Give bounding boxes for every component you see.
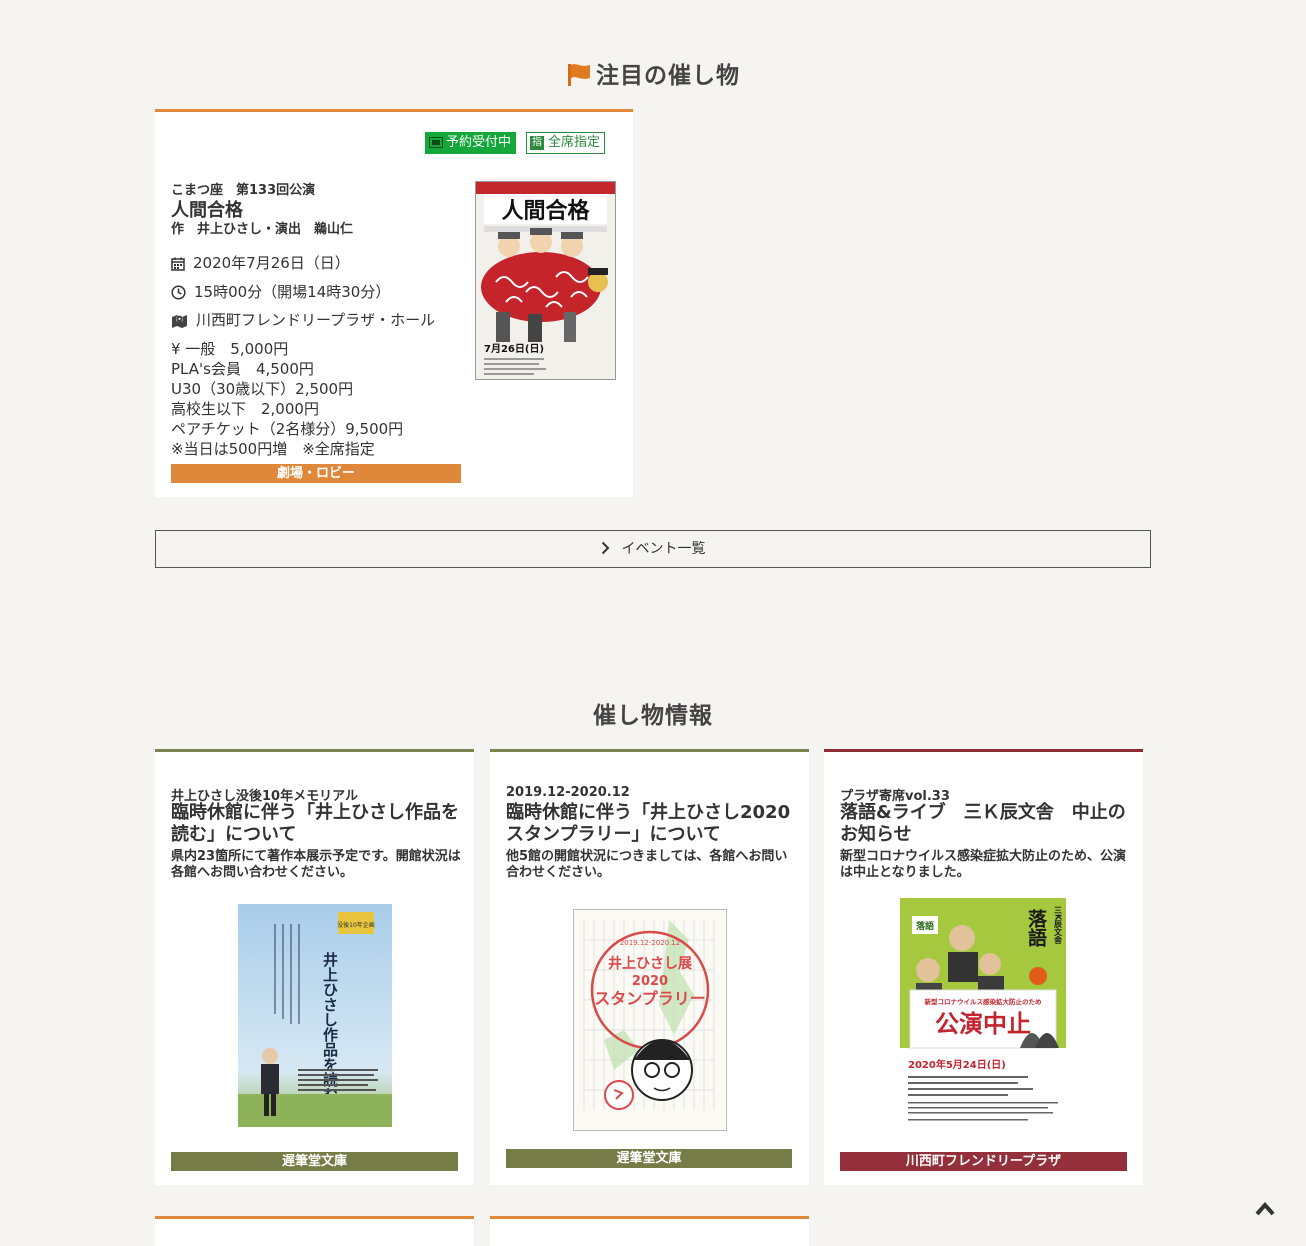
poster-date: 7月26日(日) <box>484 343 544 355</box>
card-title[interactable]: 臨時休館に伴う「井上ひさし作品を読む」について <box>171 802 461 846</box>
poster-group: 三K辰文舎 <box>1053 906 1063 945</box>
location-tag: 劇場・ロビー <box>171 464 461 483</box>
card-title[interactable]: 臨時休館に伴う「井上ひさし2020スタンプラリー」について <box>506 802 796 846</box>
event-venue-row: 川西町フレンドリープラザ・ホール <box>171 309 435 330</box>
back-to-top-button[interactable] <box>1255 1201 1275 1221</box>
info-card[interactable]: プラザ寄席vol.33 落語&ライブ 三Ｋ辰文舎 中止のお知らせ 新型コロナウイ… <box>824 749 1143 1185</box>
card-description: 県内23箇所にて著作本展示予定です。開館状況は各館へお問い合わせください。 <box>171 849 461 880</box>
poster-period: 2019.12-2020.12 <box>620 939 680 947</box>
card-poster-image[interactable]: 没後10年企画 井上ひさし作品を読む <box>238 904 392 1127</box>
card-category-tag: 川西町フレンドリープラザ <box>840 1152 1127 1171</box>
card-category-tag: 遅筆堂文庫 <box>506 1149 792 1168</box>
poster-cancel: 公演中止 <box>935 1010 1031 1038</box>
event-venue: 川西町フレンドリープラザ・ホール <box>196 311 436 329</box>
clock-icon <box>171 285 186 300</box>
price-list: ¥ 一般 5,000円 PLA's会員 4,500円 U30（30歳以下）2,5… <box>171 339 403 459</box>
map-pin-icon <box>172 315 187 328</box>
poster-date: 2020年5月24日(日) <box>908 1058 1006 1071</box>
poster-notice: 新型コロナウイルス感染拡大防止のため <box>925 997 1043 1006</box>
card-description: 他5館の開館状況につきましては、各館へお問い合わせください。 <box>506 849 788 880</box>
event-time-row: 15時00分（開場14時30分） <box>171 281 390 302</box>
event-date-row: 2020年7月26日（日） <box>171 252 350 273</box>
chevron-up-icon <box>1255 1201 1275 1216</box>
seat-badge-label: 全席指定 <box>548 135 601 150</box>
seat-badge: 指全席指定 <box>526 132 606 154</box>
flag-icon <box>566 61 592 93</box>
chevron-right-icon <box>601 541 609 555</box>
poster-line-2: 2020 <box>632 974 668 989</box>
poster-badge: 没後10年企画 <box>337 921 375 929</box>
info-card-partial[interactable] <box>155 1216 474 1246</box>
price-line: ※当日は500円増 ※全席指定 <box>171 440 375 458</box>
card-description: 新型コロナウイルス感染症拡大防止のため、公演は中止となりました。 <box>840 849 1127 880</box>
event-time: 15時00分（開場14時30分） <box>194 283 391 301</box>
price-line: PLA's会員 4,500円 <box>171 360 314 378</box>
reservation-badge-label: 予約受付中 <box>446 135 512 150</box>
card-poster-image[interactable]: 落語 落語 三K辰文舎 新型コロナウイルス感染拡大防止のため 公演中止 2020… <box>900 898 1066 1128</box>
poster-rakugo-tag: 落語 <box>916 920 934 932</box>
price-line: U30（30歳以下）2,500円 <box>171 380 354 398</box>
event-date: 2020年7月26日（日） <box>193 254 350 272</box>
featured-event-card[interactable]: 予約受付中 指全席指定 こまつ座 第133回公演 人間合格 作 井上ひさし・演出… <box>155 109 633 497</box>
event-credit: 作 井上ひさし・演出 鵜山仁 <box>171 222 354 237</box>
featured-heading-text: 注目の催し物 <box>596 63 740 89</box>
card-title[interactable]: 落語&ライブ 三Ｋ辰文舎 中止のお知らせ <box>840 802 1130 846</box>
price-line: ペアチケット（2名様分）9,500円 <box>171 420 404 438</box>
event-list-button[interactable]: イベント一覧 <box>155 530 1151 568</box>
info-card[interactable]: 2019.12-2020.12 臨時休館に伴う「井上ひさし2020スタンプラリー… <box>490 749 809 1185</box>
poster-line-3: スタンプラリー <box>594 989 706 1008</box>
featured-heading: 注目の催し物 <box>0 56 1306 93</box>
ticket-icon <box>429 135 443 155</box>
reservation-badge: 予約受付中 <box>425 132 517 155</box>
poster-line-1: 井上ひさし展 <box>608 955 692 972</box>
event-list-button-label: イベント一覧 <box>621 541 706 557</box>
card-category-tag: 遅筆堂文庫 <box>171 1152 458 1171</box>
price-line: 高校生以下 2,000円 <box>171 400 319 418</box>
info-card[interactable]: 井上ひさし没後10年メモリアル 臨時休館に伴う「井上ひさし作品を読む」について … <box>155 749 474 1185</box>
info-heading: 催し物情報 <box>593 703 713 729</box>
reserved-seat-icon: 指 <box>530 136 544 150</box>
event-poster-image[interactable]: 人間合格 7月26日(日) <box>475 181 616 380</box>
info-card-partial[interactable] <box>490 1216 809 1246</box>
poster-rakugo-big: 落語 <box>1025 908 1047 948</box>
price-line: ¥ 一般 5,000円 <box>171 340 289 358</box>
poster-title: 人間合格 <box>501 198 590 224</box>
card-kicker: 2019.12-2020.12 <box>506 785 630 800</box>
card-poster-image[interactable]: 2019.12-2020.12 井上ひさし展 2020 スタンプラリー <box>573 909 727 1131</box>
calendar-icon <box>171 257 185 271</box>
